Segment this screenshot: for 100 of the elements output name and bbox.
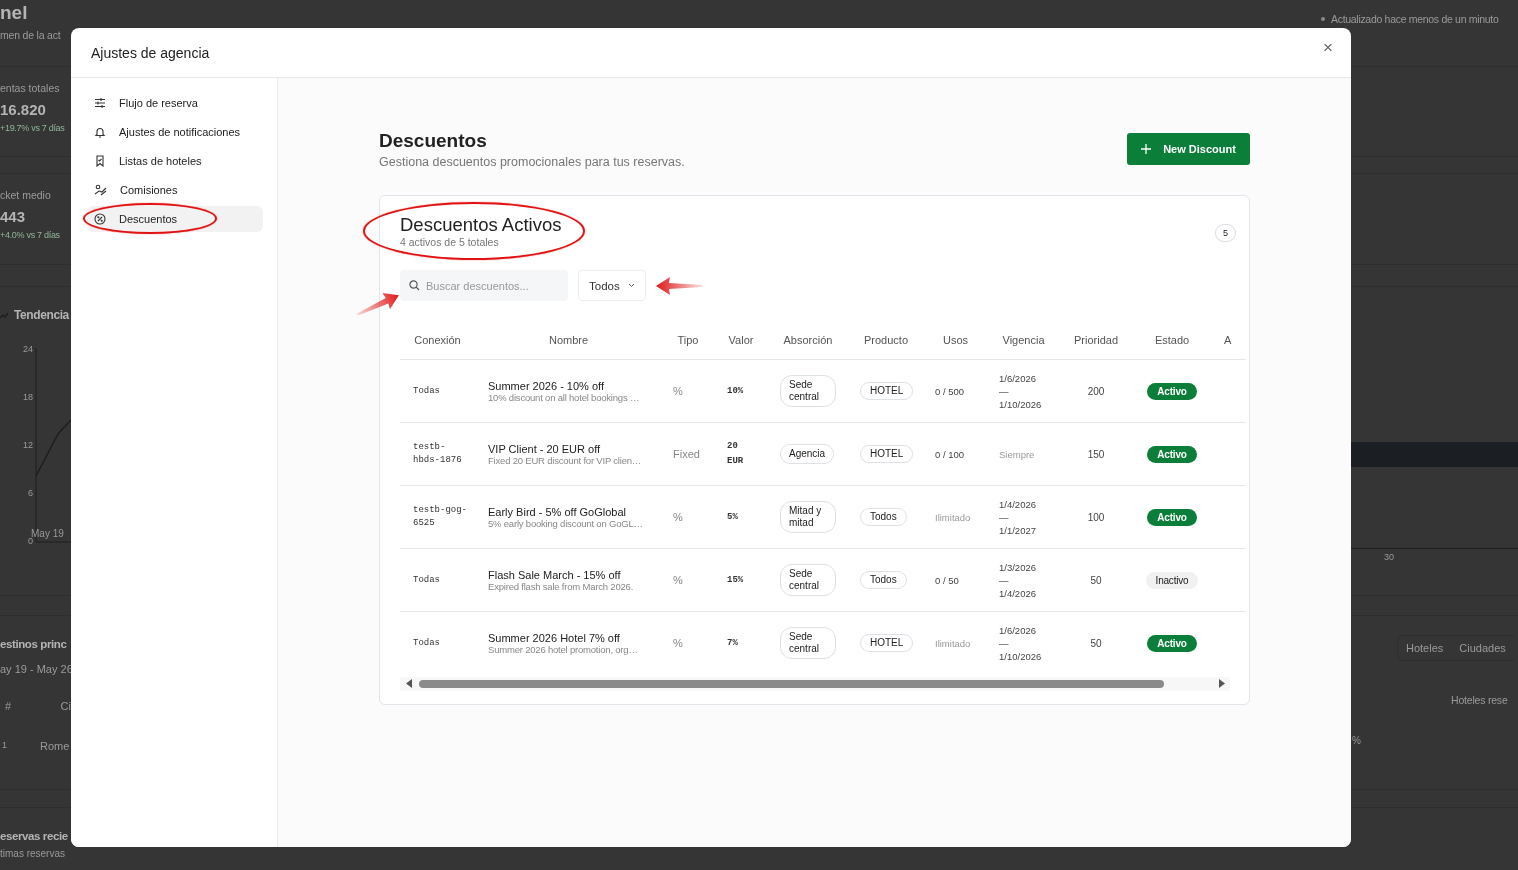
tag: Mitad y mitad — [780, 501, 836, 533]
table-cell: % — [673, 637, 683, 650]
discount-description: Fixed 20 EUR discount for VIP clien… — [488, 454, 643, 466]
discount-name: Summer 2026 Hotel 7% off — [488, 631, 621, 644]
discount-description: Expired flash sale from March 2026. — [488, 580, 635, 592]
scroll-left-icon — [406, 679, 413, 688]
table-cell-text: testb-hbds-1876 — [413, 441, 463, 467]
update-status: Actualizado hace menos de un minuto — [1331, 13, 1499, 25]
date-range: 1/4/2026 — 1/1/2027 — [999, 497, 1036, 537]
page-subtitle: men de la act — [0, 29, 62, 41]
table-cell: Ilimitado — [935, 637, 971, 649]
scroll-right-icon — [1218, 679, 1225, 688]
handshake-icon — [94, 184, 107, 196]
table-cell-text: % — [1352, 734, 1362, 746]
column-header: Vigencia — [987, 321, 1060, 360]
discount-description: Summer 2026 hotel promotion, org… — [488, 643, 639, 655]
section-title: estinos princ — [0, 637, 68, 650]
column-header: Conexión — [400, 321, 475, 360]
discount-name: VIP Client - 20 EUR off — [488, 442, 602, 455]
card-title: Descuentos Activos — [400, 214, 562, 236]
date-range: Siempre — [999, 447, 1035, 461]
chart-title: Tendencia — [14, 308, 69, 322]
table-cell: % — [673, 385, 683, 397]
plus-icon — [1141, 144, 1152, 154]
new-discount-button[interactable]: New Discount — [1127, 133, 1250, 165]
column-header: # — [5, 699, 13, 714]
bell-icon — [94, 126, 106, 138]
status-badge: Activo — [1147, 508, 1197, 526]
column-header: Ci — [60, 699, 71, 714]
card-subtitle: 4 activos de 5 totales — [400, 236, 500, 248]
tag: Sede central — [780, 627, 836, 660]
axis-label: May 19 — [31, 528, 65, 539]
table-cell: 0 / 100 — [935, 448, 965, 460]
date-range: 1/3/2026 — 1/4/2026 — [999, 560, 1036, 600]
sidebar-item[interactable]: Flujo de reserva — [87, 90, 263, 116]
table-cell: Todas — [413, 385, 440, 398]
stat-value: 443 — [0, 208, 27, 226]
table-cell: 200 — [1087, 385, 1105, 397]
column-header: Nombre — [475, 321, 662, 360]
trend-icon — [0, 311, 9, 319]
status-dot — [1321, 17, 1325, 21]
search-icon — [409, 280, 420, 291]
bookmark-icon — [94, 155, 106, 167]
table-cell: % — [673, 574, 683, 586]
tab[interactable]: Ciudades — [1451, 639, 1514, 656]
sidebar-item[interactable]: Listas de hoteles — [87, 148, 263, 174]
discount-name: Flash Sale March - 15% off — [488, 568, 622, 581]
column-header: Valor — [714, 321, 768, 360]
table-cell-text: 20 EUR — [727, 440, 745, 468]
table-cell: % — [673, 511, 683, 523]
table-cell-text: 1 — [2, 739, 8, 752]
sidebar-item[interactable]: Ajustes de notificaciones — [87, 119, 263, 145]
table-cell-text: 10% — [727, 384, 744, 398]
axis-label: 12 — [23, 440, 33, 452]
axis-label: 0 — [28, 536, 33, 546]
axis-label: 18 — [23, 392, 33, 404]
section-subtitle: Gestiona descuentos promocionales para tus reservas. — [379, 155, 685, 169]
section-title: eservas recie — [0, 830, 69, 843]
column-header: Prioridad — [1060, 321, 1132, 360]
table-cell-text: testb-gog-6525 — [413, 504, 468, 530]
tab[interactable]: Hoteles — [1398, 639, 1452, 656]
stat-value: 16.820 — [0, 100, 47, 118]
axis-label: 30 — [1384, 552, 1394, 562]
status-badge: Activo — [1147, 634, 1197, 652]
column-header: A — [1212, 321, 1246, 360]
sliders-icon — [94, 97, 106, 109]
discount-name: Early Bird - 5% off GoGlobal — [488, 505, 627, 518]
percent-icon — [94, 213, 106, 225]
stat-change: +19.7% vs 7 días — [0, 122, 66, 133]
caret-icon — [627, 283, 635, 288]
table-cell: Todas — [413, 574, 440, 587]
close-button[interactable]: × — [1319, 37, 1337, 58]
status-badge: Inactivo — [1145, 571, 1199, 589]
status-badge: Activo — [1147, 445, 1197, 463]
tag: Sede central — [780, 375, 836, 407]
table-cell-text: 7% — [727, 636, 738, 650]
discount-name: Summer 2026 - 10% off — [488, 379, 605, 392]
column-header: Absorción — [768, 321, 848, 360]
table-cell: 50 — [1090, 637, 1102, 649]
table-cell: 0 / 50 — [935, 574, 959, 586]
discount-description: 5% early booking discount on GoGL… — [488, 517, 644, 529]
sidebar-item[interactable]: Comisiones — [87, 177, 263, 203]
table-cell: Fixed — [673, 448, 700, 460]
column-header: Estado — [1132, 321, 1212, 360]
tag: Sede central — [780, 564, 836, 596]
table-cell: Todas — [413, 637, 440, 651]
search-field[interactable]: Buscar descuentos... — [400, 270, 568, 301]
stat-label: entas totales — [0, 81, 61, 94]
axis-label: 24 — [23, 344, 33, 356]
section-subtitle: timas reservas — [0, 848, 66, 860]
date-range: 1/6/2026 — 1/10/2026 — [999, 623, 1042, 663]
stat-label: cket medio — [0, 189, 52, 202]
page-title: nel — [0, 2, 29, 24]
date-range: 1/6/2026 — 1/10/2026 — [999, 371, 1042, 411]
table-cell: 50 — [1090, 574, 1102, 586]
table-cell: Ilimitado — [935, 511, 971, 523]
table-cell-text: 15% — [727, 573, 744, 587]
table-cell: 100 — [1087, 511, 1105, 523]
axis-label: 6 — [28, 488, 33, 500]
column-header: Tipo — [662, 321, 714, 360]
